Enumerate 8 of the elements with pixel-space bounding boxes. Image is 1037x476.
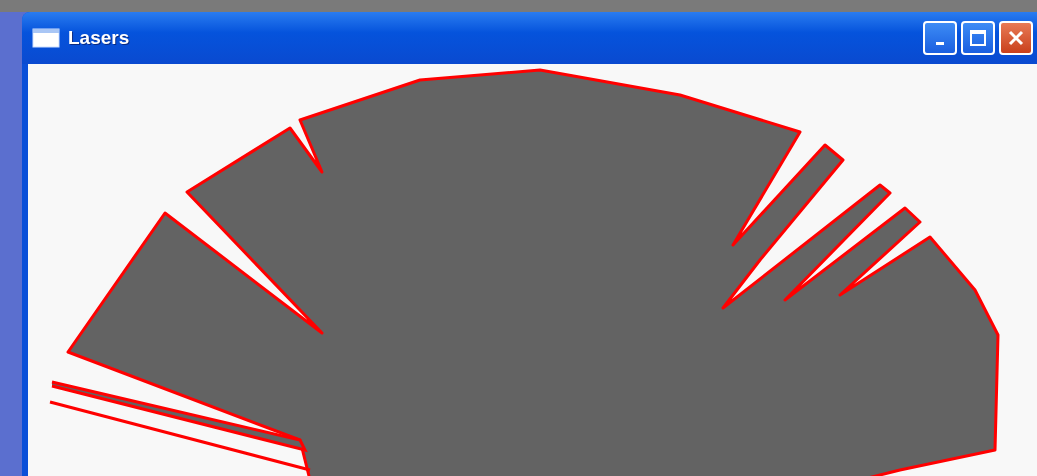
close-icon	[1007, 29, 1025, 47]
window-title: Lasers	[68, 25, 130, 50]
window-icon	[32, 28, 60, 48]
minimize-button[interactable]	[923, 21, 957, 55]
maximize-button[interactable]	[961, 21, 995, 55]
maximize-icon	[969, 29, 987, 47]
close-button[interactable]	[999, 21, 1033, 55]
minimize-icon	[936, 41, 944, 45]
